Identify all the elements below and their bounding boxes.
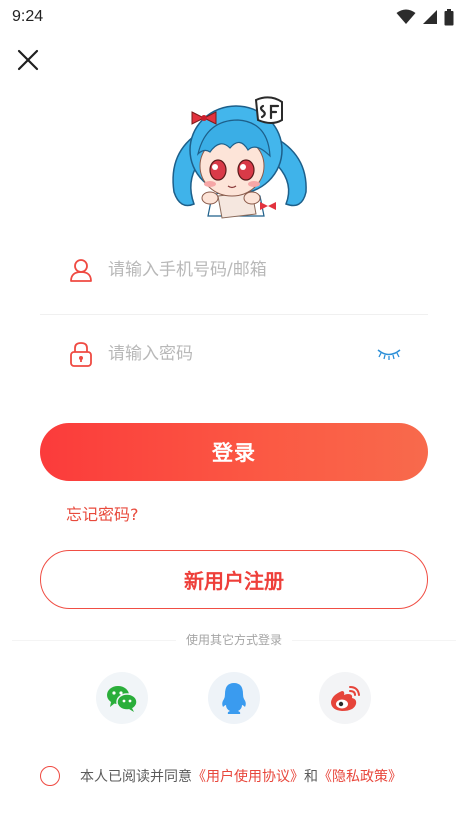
register-button[interactable]: 新用户注册 <box>40 550 428 609</box>
user-icon <box>66 255 96 285</box>
wechat-login-button[interactable] <box>96 672 148 724</box>
other-login-label: 使用其它方式登录 <box>0 631 468 648</box>
wifi-icon <box>396 9 416 24</box>
forgot-password-link[interactable]: 忘记密码? <box>66 501 139 525</box>
close-button[interactable] <box>14 46 42 74</box>
password-input[interactable] <box>108 334 374 374</box>
qq-login-button[interactable] <box>208 672 260 724</box>
field-divider <box>40 314 428 315</box>
phone-email-input[interactable] <box>108 250 428 290</box>
phone-email-field <box>40 240 428 300</box>
weibo-login-button[interactable] <box>319 672 371 724</box>
agreement-row: 本人已阅读并同意《用户使用协议》和《隐私政策》 <box>40 764 402 788</box>
agreement-checkbox[interactable] <box>40 766 60 786</box>
weibo-icon <box>331 686 360 711</box>
status-icons <box>396 8 454 26</box>
mascot-logo <box>172 96 307 219</box>
agreement-prefix: 本人已阅读并同意 <box>80 769 192 785</box>
qq-icon <box>222 683 246 714</box>
agreement-text: 本人已阅读并同意《用户使用协议》和《隐私政策》 <box>80 766 402 786</box>
battery-icon <box>444 8 454 25</box>
eye-closed-icon <box>377 349 401 360</box>
login-button[interactable]: 登录 <box>40 423 428 481</box>
password-field <box>40 324 428 384</box>
wechat-icon <box>107 686 138 712</box>
password-visibility-toggle[interactable] <box>374 344 404 364</box>
terms-link[interactable]: 《用户使用协议》 <box>192 769 304 785</box>
agreement-connector: 和 <box>304 769 318 785</box>
status-bar: 9:24 <box>0 0 468 34</box>
close-icon <box>17 49 39 71</box>
lock-icon <box>66 339 96 369</box>
status-time: 9:24 <box>12 8 44 25</box>
signal-icon <box>423 10 437 24</box>
privacy-link[interactable]: 《隐私政策》 <box>318 769 402 785</box>
